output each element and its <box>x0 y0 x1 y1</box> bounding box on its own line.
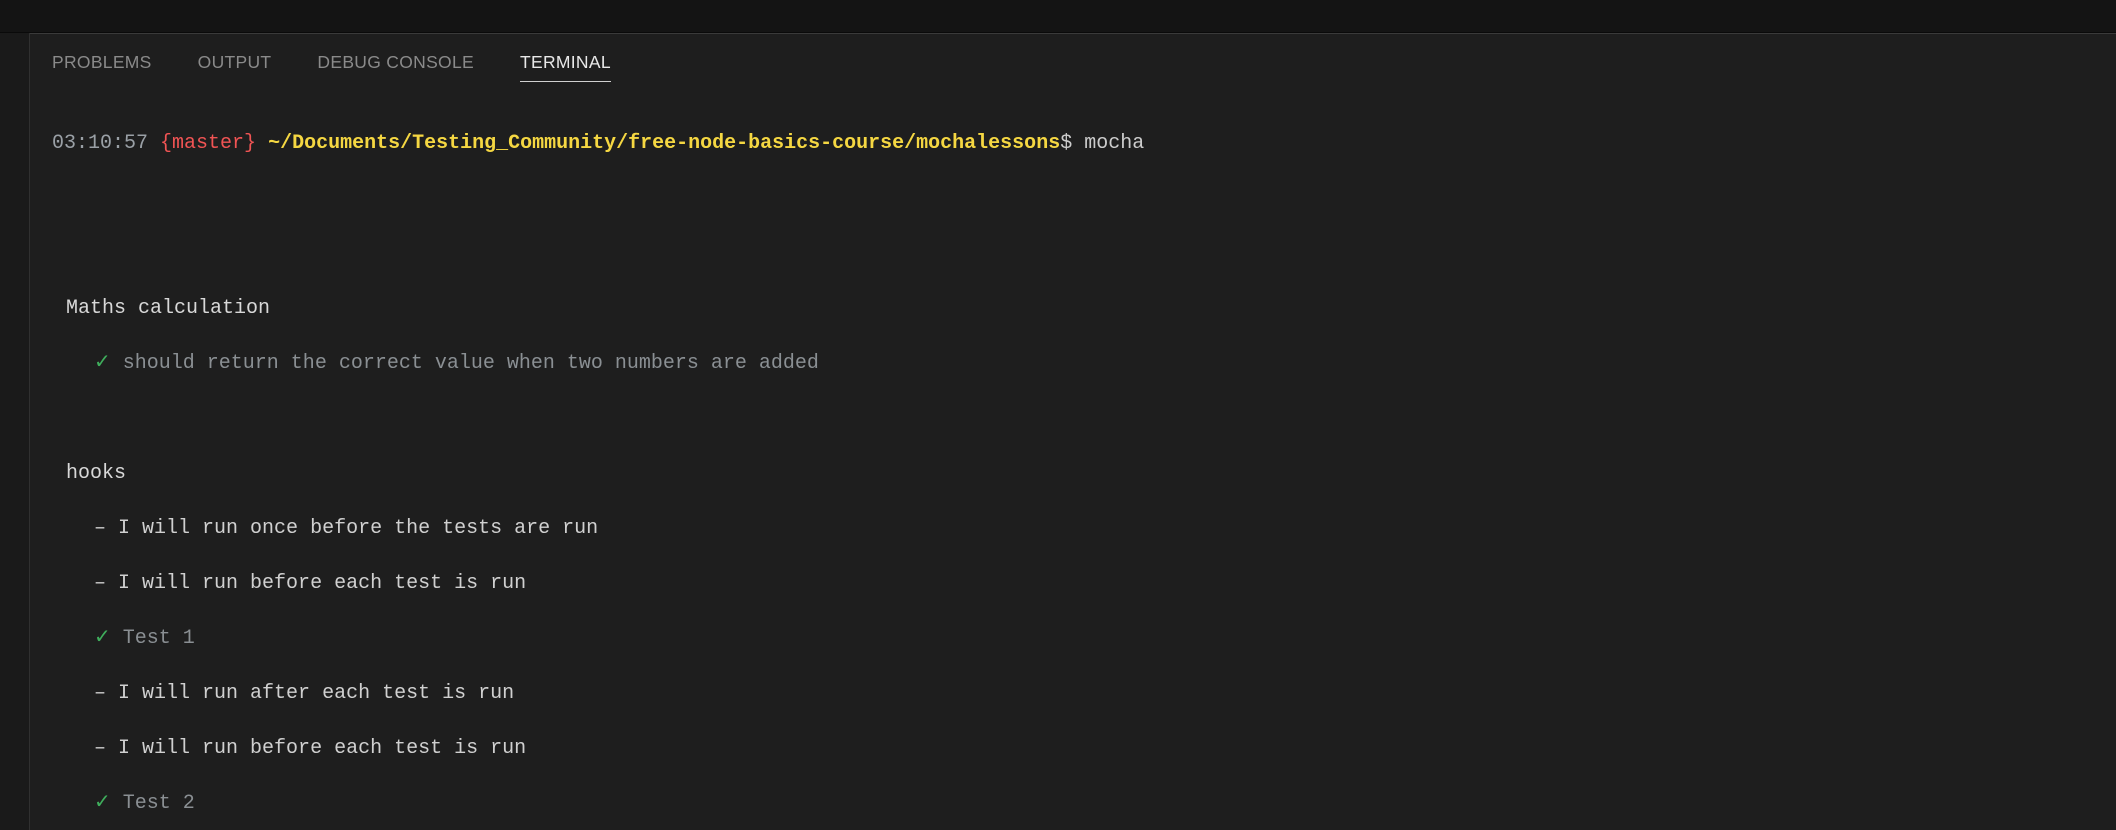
prompt-time: 03:10:57 <box>52 132 148 155</box>
tab-terminal[interactable]: TERMINAL <box>520 52 611 82</box>
main-area: PROBLEMS OUTPUT DEBUG CONSOLE TERMINAL 0… <box>0 33 2116 830</box>
hook-log: I will run before each test is run <box>118 572 526 595</box>
left-gutter <box>0 33 30 830</box>
terminal-content[interactable]: 03:10:57 {master} ~/Documents/Testing_Co… <box>30 82 2116 830</box>
dash-icon: – <box>94 737 106 760</box>
dash-icon: – <box>94 682 106 705</box>
check-icon: ✓ <box>94 627 111 650</box>
test-title: should return the correct value when two… <box>123 352 819 375</box>
bottom-panel: PROBLEMS OUTPUT DEBUG CONSOLE TERMINAL 0… <box>30 33 2116 830</box>
suite-title: hooks <box>66 462 126 485</box>
tab-problems[interactable]: PROBLEMS <box>52 52 152 82</box>
hook-log: I will run once before the tests are run <box>118 517 598 540</box>
editor-top-bar <box>0 0 2116 33</box>
check-icon: ✓ <box>94 352 111 375</box>
hook-log: I will run after each test is run <box>118 682 514 705</box>
prompt-dollar: $ <box>1060 132 1072 155</box>
dash-icon: – <box>94 572 106 595</box>
prompt-path: ~/Documents/Testing_Community/free-node-… <box>268 132 1060 155</box>
command-text: mocha <box>1084 132 1144 155</box>
dash-icon: – <box>94 517 106 540</box>
prompt-branch: {master} <box>160 132 256 155</box>
test-title: Test 1 <box>123 627 195 650</box>
panel-tabs: PROBLEMS OUTPUT DEBUG CONSOLE TERMINAL <box>30 44 2116 82</box>
tab-debug-console[interactable]: DEBUG CONSOLE <box>317 52 474 82</box>
prompt-line-1: 03:10:57 {master} ~/Documents/Testing_Co… <box>52 130 2094 158</box>
check-icon: ✓ <box>94 792 111 815</box>
hook-log: I will run before each test is run <box>118 737 526 760</box>
suite-title: Maths calculation <box>66 297 270 320</box>
test-title: Test 2 <box>123 792 195 815</box>
tab-output[interactable]: OUTPUT <box>198 52 272 82</box>
